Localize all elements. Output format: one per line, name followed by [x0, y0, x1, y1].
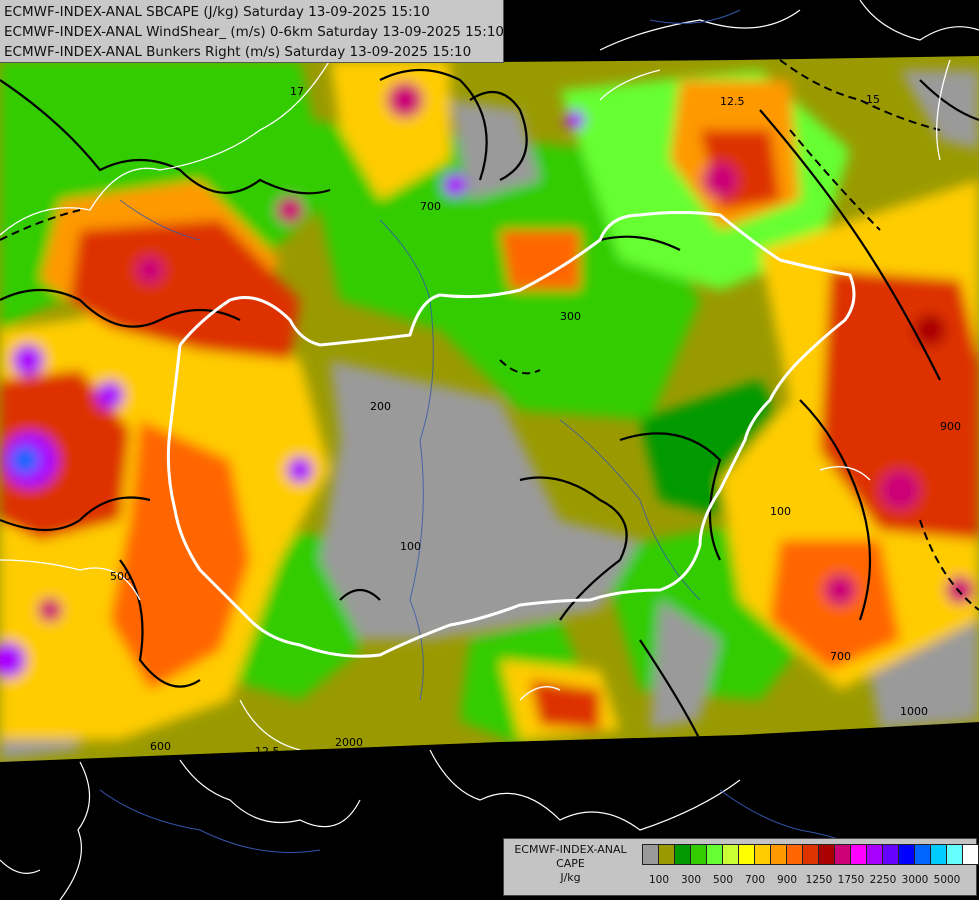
contour-label: 600 [150, 740, 171, 753]
legend-swatch [930, 844, 947, 865]
legend-swatch [658, 844, 675, 865]
legend-model: ECMWF-INDEX-ANAL [514, 843, 627, 856]
legend-swatch [706, 844, 723, 865]
contour-label: 700 [420, 200, 441, 213]
legend-swatch [914, 844, 931, 865]
legend-swatch [642, 844, 659, 865]
legend-swatch [850, 844, 867, 865]
contour-label: 15 [866, 93, 880, 106]
color-legend: ECMWF-INDEX-ANAL CAPE J/kg 100 300 500 700 9… [503, 838, 979, 896]
legend-unit: J/kg [560, 871, 581, 884]
legend-tick-label: 300 [680, 874, 702, 886]
legend-tick-label: 900 [776, 874, 798, 886]
legend-tick-label: 700 [744, 874, 766, 886]
legend-swatch [834, 844, 851, 865]
legend-variable: CAPE [556, 857, 585, 870]
contour-label: 200 [370, 400, 391, 413]
legend-swatch [674, 844, 691, 865]
legend-tick-label: 500 [712, 874, 734, 886]
title-sbcape: ECMWF-INDEX-ANAL SBCAPE (J/kg) Saturday … [4, 4, 430, 20]
legend-swatch [818, 844, 835, 865]
legend-ticks: 100 300 500 700 900 1250 1750 2250 3000 5000 [640, 874, 979, 890]
legend-swatch [770, 844, 787, 865]
contour-label: 300 [560, 310, 581, 323]
cape-map: 100 200 500 600 700 900 1000 2000 12.5 1… [0, 0, 979, 900]
legend-swatch [866, 844, 883, 865]
legend-tick-label: 3000 [901, 874, 929, 886]
contour-label: 100 [400, 540, 421, 553]
legend-tick-label: 1750 [837, 874, 865, 886]
legend-swatch [962, 844, 979, 865]
contour-label: 100 [770, 505, 791, 518]
contour-label: 12.5 [720, 95, 745, 108]
legend-label: ECMWF-INDEX-ANAL CAPE J/kg [504, 843, 637, 885]
legend-swatch [882, 844, 899, 865]
legend-swatch [946, 844, 963, 865]
contour-label: 900 [940, 420, 961, 433]
legend-swatch [802, 844, 819, 865]
map-title-box: ECMWF-INDEX-ANAL SBCAPE (J/kg) Saturday … [0, 0, 504, 63]
title-windshear: ECMWF-INDEX-ANAL WindShear_ (m/s) 0-6km … [4, 24, 504, 40]
contour-label: 500 [110, 570, 131, 583]
legend-tick-label: 100 [648, 874, 670, 886]
legend-tick-label: 5000 [933, 874, 961, 886]
legend-swatch [722, 844, 739, 865]
cape-field: 100 200 500 600 700 900 1000 2000 12.5 1… [0, 52, 979, 762]
legend-swatch [754, 844, 771, 865]
contour-label: 17 [290, 85, 304, 98]
legend-swatch [898, 844, 915, 865]
title-bunkers: ECMWF-INDEX-ANAL Bunkers Right (m/s) Sat… [4, 44, 472, 60]
legend-swatches [642, 844, 979, 865]
legend-swatch [738, 844, 755, 865]
legend-tick-label: 2250 [869, 874, 897, 886]
contour-label: 1000 [900, 705, 928, 718]
contour-label: 700 [830, 650, 851, 663]
legend-swatch [786, 844, 803, 865]
contour-label: 2000 [335, 736, 363, 749]
legend-swatch [690, 844, 707, 865]
legend-tick-label: 1250 [805, 874, 833, 886]
